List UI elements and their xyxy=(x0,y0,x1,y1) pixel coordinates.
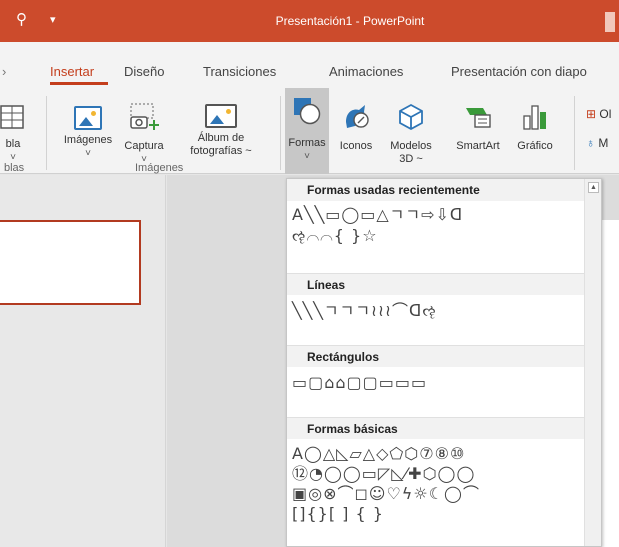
right-partial-button-1[interactable]: ⊞ Ol xyxy=(586,107,611,121)
screenshot-icon xyxy=(130,103,159,130)
images-button[interactable]: Imágenes ˅ xyxy=(58,106,118,160)
title-bar-button[interactable] xyxy=(605,12,615,32)
photo-album-icon xyxy=(205,104,237,128)
shape-row-lines[interactable]: ╲╲╲ㄱㄱㄱ≀≀≀⌒ᗡૡ xyxy=(292,301,437,321)
right-partial-icon-1: ⊞ xyxy=(586,107,597,121)
shapes-icon xyxy=(294,98,321,125)
slide-thumbnail[interactable] xyxy=(0,220,141,305)
title-bar: ⚲ ▾ Presentación1 - PowerPoint xyxy=(0,0,619,42)
powerpoint-window: ⚲ ▾ Presentación1 - PowerPoint › Inserta… xyxy=(0,0,619,547)
icons-icon xyxy=(346,105,369,128)
images-label: Imágenes xyxy=(63,134,113,146)
tab-animaciones[interactable]: Animaciones xyxy=(329,64,403,79)
smartart-button[interactable]: SmartArt xyxy=(448,102,508,153)
table-icon xyxy=(0,105,24,129)
shape-row-rectangles[interactable]: ▭▢⌂⌂▢▢▭▭▭ xyxy=(292,373,427,393)
tab-transiciones[interactable]: Transiciones xyxy=(203,64,276,79)
shapes-label: Formas xyxy=(288,137,326,149)
photo-album-label-2: fotografías ~ xyxy=(190,145,252,157)
section-header-recent: Formas usadas recientemente xyxy=(287,179,584,201)
chart-button[interactable]: Gráfico xyxy=(510,102,560,153)
shape-row-basic-1[interactable]: A◯△◺▱△◇⬠⬡⑦⑧⑩ xyxy=(292,444,465,464)
3d-models-label-2: 3D ~ xyxy=(399,153,423,165)
table-button[interactable]: bla ˅ xyxy=(0,104,30,164)
section-header-basic: Formas básicas xyxy=(287,417,584,439)
right-partial-icon-2: ♁ xyxy=(586,136,595,150)
shapes-button[interactable]: Formas ˅ xyxy=(285,88,329,174)
screenshot-label: Captura xyxy=(124,140,164,152)
cube-icon xyxy=(399,103,423,131)
shapes-caret: ˅ xyxy=(304,151,310,162)
shape-row-recent-2[interactable]: ૡ⌒⌒{ }☆ xyxy=(292,226,378,246)
menu-scrollbar[interactable]: ▲ xyxy=(584,179,601,546)
section-header-lines: Líneas xyxy=(287,273,584,295)
quick-access-dropdown-icon[interactable]: ▾ xyxy=(50,11,56,29)
screenshot-button[interactable]: Captura ˅ xyxy=(118,102,170,166)
photo-album-label: Álbum de xyxy=(197,132,245,144)
3d-models-button[interactable]: Modelos 3D ~ xyxy=(383,102,439,166)
window-title: Presentación1 - PowerPoint xyxy=(275,14,425,28)
shapes-dropdown-menu: Formas usadas recientemente A╲╲▭◯▭△ㄱㄱ⇨⇩ᗡ… xyxy=(286,178,602,547)
icons-label: Iconos xyxy=(339,140,373,152)
section-header-rectangles: Rectángulos xyxy=(287,345,584,367)
smartart-label: SmartArt xyxy=(456,140,500,152)
shape-row-basic-2[interactable]: ⑫◔◯◯▭◸◺⁄✚⬡◯◯ xyxy=(292,464,475,484)
chart-icon xyxy=(523,105,546,130)
ribbon-tabs: › Insertar Diseño Transiciones Animacion… xyxy=(0,42,619,90)
table-label: bla xyxy=(5,138,21,150)
group-separator xyxy=(574,96,575,170)
scroll-up-arrow-icon[interactable]: ▲ xyxy=(588,182,599,193)
smartart-icon xyxy=(466,108,491,128)
group-separator xyxy=(46,96,47,170)
images-caret: ˅ xyxy=(85,148,91,159)
tab-insertar[interactable]: Insertar xyxy=(50,64,94,79)
shape-row-basic-4[interactable]: []{}[ ] { } xyxy=(292,504,384,524)
group-label-images: Imágenes xyxy=(135,162,184,174)
images-icon xyxy=(74,106,102,130)
chart-label: Gráfico xyxy=(517,140,553,152)
right-partial-label-2: M xyxy=(598,136,609,150)
shape-row-basic-3[interactable]: ▣◎⊗⌒◻☺♡ϟ☼☾◯⌒ xyxy=(292,484,480,504)
tab-previous-partial[interactable]: › xyxy=(2,64,6,79)
photo-album-button[interactable]: Álbum de fotografías ~ xyxy=(180,104,262,158)
tab-presentacion[interactable]: Presentación con diapo xyxy=(451,64,587,79)
right-partial-label-1: Ol xyxy=(599,107,612,121)
icons-button[interactable]: Iconos xyxy=(333,102,379,153)
group-separator xyxy=(280,96,281,170)
right-partial-button-2[interactable]: ♁ M xyxy=(586,136,608,150)
tab-diseno[interactable]: Diseño xyxy=(124,64,164,79)
presentation-icon[interactable]: ⚲ xyxy=(16,11,27,29)
3d-models-label: Modelos xyxy=(390,140,432,152)
shape-row-recent-1[interactable]: A╲╲▭◯▭△ㄱㄱ⇨⇩ᗡ xyxy=(292,205,463,225)
active-tab-underline xyxy=(50,82,108,85)
group-label-tables: blas xyxy=(4,162,25,174)
